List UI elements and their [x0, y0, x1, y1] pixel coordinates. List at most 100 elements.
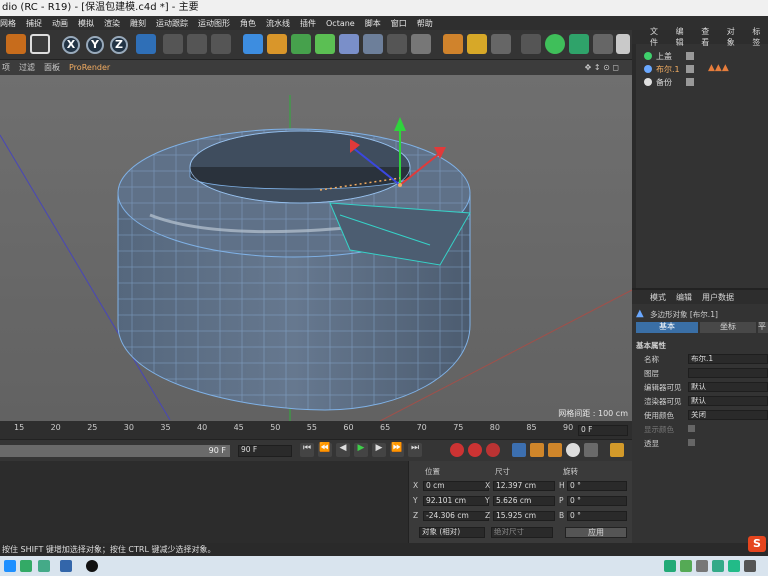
material-manager[interactable] [0, 461, 408, 543]
attribute-field[interactable]: 默认 [688, 382, 768, 392]
tray-icon[interactable] [664, 560, 676, 572]
prev-frame-icon[interactable]: ◀ [336, 443, 350, 457]
render-picture-viewer-icon[interactable] [187, 34, 207, 54]
tab-coord[interactable]: 坐标 [700, 322, 756, 333]
recycle-icon[interactable] [467, 34, 487, 54]
menu-item[interactable]: 角色 [240, 18, 256, 29]
joint-icon[interactable] [593, 34, 613, 54]
select-tool-icon[interactable] [30, 34, 50, 54]
viewport-menu-item[interactable]: 过滤 [19, 62, 35, 73]
sphere-icon[interactable] [545, 34, 565, 54]
viewport-menu-item-prorender[interactable]: ProRender [69, 63, 110, 72]
viewport-nav-icons[interactable]: ✥ ↕ ⊙ ◻ [585, 63, 619, 72]
taskbar-app-icon[interactable] [20, 560, 32, 572]
am-menu-userdata[interactable]: 用户数据 [702, 292, 734, 303]
next-frame-icon[interactable]: ▶ [372, 443, 386, 457]
object-row[interactable]: 布尔.1 ▲▲▲ [638, 63, 766, 75]
timeline-ruler[interactable]: 15 20 25 30 35 40 45 50 55 60 65 70 75 80 85 90 0 F [0, 421, 632, 439]
undo-icon[interactable] [6, 34, 26, 54]
tab-basic[interactable]: 基本 [636, 322, 698, 333]
object-name[interactable]: 布尔.1 [656, 64, 680, 75]
om-menu-file[interactable]: 文件 [650, 26, 666, 48]
object-row[interactable]: 备份 [638, 76, 766, 88]
viewport-menu-item[interactable]: 项 [2, 62, 10, 73]
param-key-icon[interactable] [566, 443, 580, 457]
tray-icon[interactable] [728, 560, 740, 572]
menu-item[interactable]: 流水线 [266, 18, 290, 29]
rotate-key-icon[interactable] [548, 443, 562, 457]
subdivision-icon[interactable] [291, 34, 311, 54]
more-tools-icon[interactable] [616, 34, 630, 54]
menu-item[interactable]: 脚本 [365, 18, 381, 29]
move-key-icon[interactable] [512, 443, 526, 457]
record-key-icon[interactable] [450, 443, 464, 457]
object-row[interactable]: 上盖 [638, 50, 766, 62]
viewport-menu-item[interactable]: 面板 [44, 62, 60, 73]
next-key-icon[interactable]: ⏩ [390, 443, 404, 457]
attribute-field[interactable]: 关闭 [688, 410, 768, 420]
end-frame-field[interactable]: 90 F [238, 445, 292, 457]
taskbar-app-icon[interactable] [38, 560, 50, 572]
attribute-checkbox[interactable] [688, 425, 695, 432]
om-menu-edit[interactable]: 编辑 [676, 26, 692, 48]
object-name[interactable]: 上盖 [656, 51, 672, 62]
coord-pos-field[interactable]: -24.306 cm [423, 511, 489, 521]
camera-icon[interactable] [387, 34, 407, 54]
tag-icons[interactable]: ▲▲▲ [708, 63, 729, 73]
key-help-icon[interactable] [486, 443, 500, 457]
menu-item[interactable]: 网格 [0, 18, 16, 29]
z-axis-lock-icon[interactable]: Z [110, 36, 128, 54]
am-menu-edit[interactable]: 编辑 [676, 292, 692, 303]
menu-item[interactable]: 动画 [52, 18, 68, 29]
menu-item[interactable]: 插件 [300, 18, 316, 29]
coord-pos-field[interactable]: 92.101 cm [423, 496, 489, 506]
taskbar-app-icon[interactable] [60, 560, 72, 572]
taskbar-app-icon[interactable] [86, 560, 98, 572]
tray-icon[interactable] [712, 560, 724, 572]
go-to-end-icon[interactable]: ⏭ [408, 443, 422, 457]
go-to-start-icon[interactable]: ⏮ [300, 443, 314, 457]
menu-item[interactable]: Octane [326, 19, 355, 28]
pen-spline-icon[interactable] [267, 34, 287, 54]
deformer-icon[interactable] [339, 34, 359, 54]
floor-icon[interactable] [363, 34, 383, 54]
object-name[interactable]: 备份 [656, 77, 672, 88]
timeline-window-icon[interactable] [610, 443, 624, 457]
coord-rot-field[interactable]: 0 ° [567, 511, 627, 521]
apply-button[interactable]: 应用 [565, 527, 627, 538]
render-view-icon[interactable] [163, 34, 183, 54]
tray-icon[interactable] [696, 560, 708, 572]
menu-item[interactable]: 运动跟踪 [156, 18, 188, 29]
snap-icon[interactable] [443, 34, 463, 54]
coord-pos-field[interactable]: 0 cm [423, 481, 489, 491]
menu-item[interactable]: 雕刻 [130, 18, 146, 29]
menu-item[interactable]: 模拟 [78, 18, 94, 29]
figure-icon[interactable] [569, 34, 589, 54]
menu-item[interactable]: 渲染 [104, 18, 120, 29]
menu-item[interactable]: 运动图形 [198, 18, 230, 29]
light-icon[interactable] [411, 34, 431, 54]
attribute-field[interactable]: 默认 [688, 396, 768, 406]
render-settings-icon[interactable] [211, 34, 231, 54]
coordinate-mode-select[interactable]: 对象 (相对) [419, 527, 485, 538]
coord-size-field[interactable]: 12.397 cm [493, 481, 555, 491]
play-icon[interactable]: ▶ [354, 443, 368, 457]
size-mode-select[interactable]: 绝对尺寸 [491, 527, 553, 538]
coord-size-field[interactable]: 5.626 cm [493, 496, 555, 506]
array-icon[interactable] [315, 34, 335, 54]
x-axis-lock-icon[interactable]: X [62, 36, 80, 54]
start-icon[interactable] [4, 560, 16, 572]
om-menu-view[interactable]: 查看 [701, 26, 717, 48]
tray-icon[interactable] [744, 560, 756, 572]
coord-size-field[interactable]: 15.925 cm [493, 511, 555, 521]
om-menu-object[interactable]: 对象 [727, 26, 743, 48]
menu-item[interactable]: 捕捉 [26, 18, 42, 29]
tray-icon[interactable] [680, 560, 692, 572]
prev-key-icon[interactable]: ⏪ [318, 443, 332, 457]
coord-rot-field[interactable]: 0 ° [567, 496, 627, 506]
pla-key-icon[interactable] [584, 443, 598, 457]
current-frame-field[interactable]: 0 F [578, 425, 628, 436]
om-menu-tags[interactable]: 标签 [752, 26, 768, 48]
grid-icon[interactable] [491, 34, 511, 54]
visibility-toggle-icon[interactable] [686, 65, 694, 73]
